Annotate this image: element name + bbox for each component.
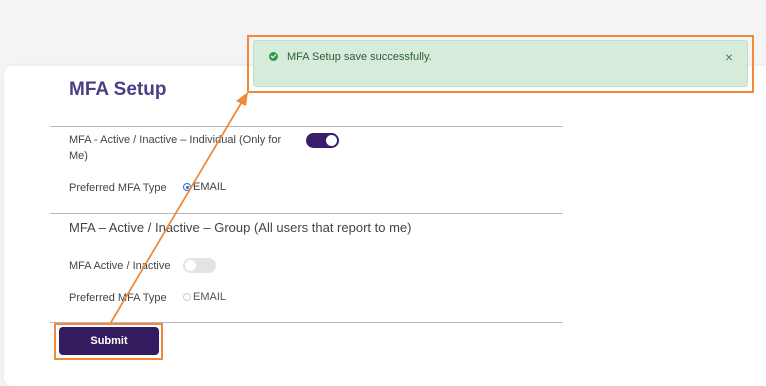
close-icon[interactable]: ×: [725, 50, 733, 64]
group-preferred-label: Preferred MFA Type: [69, 292, 167, 304]
submit-button[interactable]: Submit: [59, 327, 159, 355]
page-title: MFA Setup: [69, 79, 167, 100]
group-section-heading: MFA – Active / Inactive – Group (All use…: [69, 220, 412, 235]
divider-middle: [50, 213, 563, 214]
group-mfa-toggle[interactable]: [183, 258, 216, 273]
toggle-knob: [185, 260, 196, 271]
individual-mfa-toggle[interactable]: [306, 133, 339, 148]
group-email-option: EMAIL: [193, 291, 227, 303]
individual-mfa-label: MFA - Active / Inactive – Individual (On…: [69, 134, 282, 162]
individual-email-radio[interactable]: [183, 183, 191, 191]
toggle-knob: [326, 135, 337, 146]
group-mfa-label: MFA Active / Inactive: [69, 260, 171, 272]
success-toast: MFA Setup save successfully. ×: [253, 40, 748, 87]
divider-top: [50, 126, 563, 127]
individual-preferred-label: Preferred MFA Type: [69, 182, 167, 194]
individual-email-option: EMAIL: [193, 181, 227, 193]
check-circle-icon: [269, 52, 278, 61]
toast-message: MFA Setup save successfully.: [287, 51, 432, 63]
group-email-radio[interactable]: [183, 293, 191, 301]
